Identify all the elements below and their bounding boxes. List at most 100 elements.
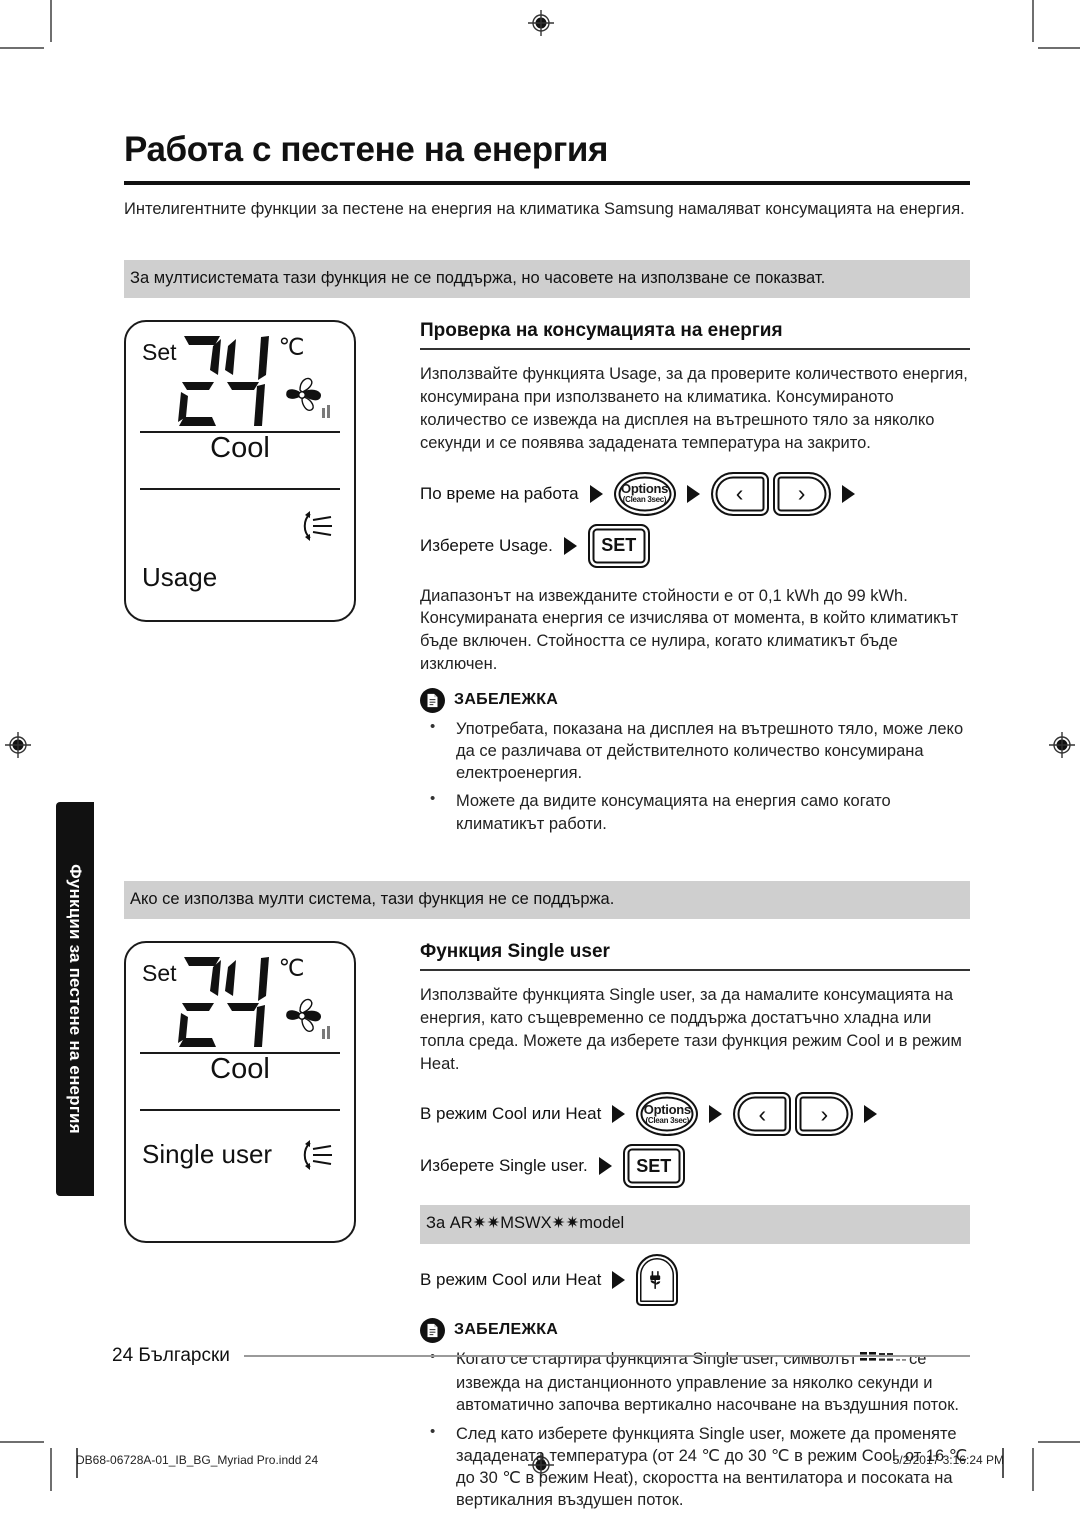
- list-item: Употребата, показана на дисплея на вътре…: [420, 717, 970, 785]
- single-user-step-row-2: Изберете Single user. SET: [420, 1141, 970, 1191]
- usage-lcd-column: Set ℃ Cool Usage: [124, 320, 364, 623]
- crop-mark-top-right-vertical: [1032, 0, 1034, 42]
- print-footer-timestamp: 5/2/2017 3:16:24 PM: [892, 1453, 1004, 1467]
- registration-mark-right: [1049, 732, 1075, 758]
- single-user-description: Използвайте функцията Single user, за да…: [420, 986, 962, 1073]
- usage-step2-label: Изберете Usage.: [420, 535, 553, 555]
- set-button[interactable]: SET: [587, 523, 650, 568]
- arrow-triangle-icon: [841, 484, 855, 503]
- page-intro: Интелигентните функции за пестене на ене…: [124, 199, 965, 218]
- single-user-step-row-1: В режим Cool или Heat Options (Clean 3se…: [420, 1089, 970, 1139]
- arrow-triangle-icon: [598, 1157, 612, 1176]
- set-button[interactable]: SET: [622, 1144, 685, 1189]
- note-document-icon: [420, 687, 445, 713]
- lcd-unit-label: ℃: [278, 955, 305, 982]
- single-user-step-row-3: В режим Cool или Heat: [420, 1253, 970, 1306]
- lcd-divider-bottom: [140, 488, 340, 491]
- section-tab-label: Функции за пестене на енергия: [66, 864, 85, 1134]
- usage-banner: За мултисистемата тази функция не се под…: [124, 260, 970, 299]
- section-tab-energy-saving: Функции за пестене на енергия: [56, 802, 94, 1196]
- nav-right-button[interactable]: ›: [772, 471, 831, 516]
- footer-rule: [243, 1355, 970, 1357]
- registration-mark-left: [5, 732, 31, 758]
- crop-mark-top-left-horizontal: [0, 47, 44, 49]
- lcd-display-single-user: Set ℃ Cool Single user: [124, 941, 356, 1244]
- single-user-note-title: ЗАБЕЛЕЖКА: [454, 1321, 559, 1339]
- lcd-divider-bottom: [140, 1109, 340, 1112]
- lcd-function-label: Usage: [142, 562, 218, 593]
- chevron-left-icon: ‹: [758, 1100, 767, 1127]
- usage-heading-divider: [420, 348, 970, 351]
- single-user-steps: В режим Cool или Heat Options (Clean 3se…: [420, 1089, 970, 1191]
- print-production-footer: DB68-06728A-01_IB_BG_Myriad Pro.indd 24 …: [0, 1448, 1080, 1478]
- usage-step-row-2: Изберете Usage. SET: [420, 521, 970, 571]
- crop-mark-top-right-horizontal: [1038, 47, 1080, 49]
- options-button-sublabel: (Clean 3sec): [622, 495, 667, 505]
- arrow-triangle-icon: [589, 484, 603, 503]
- page-number-label: 24 Български: [112, 1345, 230, 1367]
- options-button[interactable]: Options (Clean 3sec): [613, 471, 676, 516]
- single-user-banner: Ако се използва мулти система, тази функ…: [124, 880, 970, 920]
- fan-icon: [286, 999, 330, 1040]
- fan-speed-bars-icon: [322, 405, 330, 419]
- lcd-set-label: Set: [142, 960, 177, 987]
- page-title: Работа с пестене на енергия: [124, 130, 609, 169]
- eco-plug-button[interactable]: [636, 1253, 679, 1306]
- lcd-unit-label: ℃: [278, 334, 305, 361]
- arrow-triangle-icon: [563, 536, 577, 555]
- single-user-note-list: Когато се стартира функцията Single user…: [420, 1347, 970, 1512]
- arrow-triangle-icon: [686, 484, 700, 503]
- arrow-triangle-icon: [864, 1105, 878, 1124]
- usage-step-row-1: По време на работа Options (Clean 3sec) …: [420, 469, 970, 519]
- single-user-step3-label: В режим Cool или Heat: [420, 1269, 602, 1289]
- lcd-function-label: Single user: [142, 1139, 273, 1170]
- airflow-swing-icon: [303, 1140, 332, 1171]
- usage-description: Използвайте функцията Usage, за да прове…: [420, 365, 968, 452]
- single-user-step1-label: В режим Cool или Heat: [420, 1104, 602, 1124]
- single-user-step2-label: Изберете Single user.: [420, 1156, 588, 1176]
- options-button[interactable]: Options (Clean 3sec): [636, 1092, 699, 1137]
- usage-note-list: Употребата, показана на дисплея на вътре…: [420, 717, 970, 835]
- registration-mark-top: [528, 10, 554, 36]
- single-user-section-heading: Функция Single user: [420, 941, 610, 963]
- lcd-set-label: Set: [142, 339, 177, 366]
- title-divider: [124, 180, 970, 185]
- nav-left-button[interactable]: ‹: [733, 1092, 792, 1137]
- usage-range-description: Диапазонът на извежданите стойности е от…: [420, 586, 959, 673]
- single-user-heading-divider: [420, 969, 970, 972]
- lcd-temperature-digits: [176, 334, 286, 430]
- crop-mark-right-middle: [1038, 1441, 1080, 1443]
- nav-left-button[interactable]: ‹: [710, 471, 769, 516]
- print-footer-filename: DB68-06728A-01_IB_BG_Myriad Pro.indd 24: [76, 1453, 319, 1467]
- page-number: 24: [112, 1345, 134, 1366]
- page-language: Български: [138, 1345, 230, 1366]
- usage-note-header: ЗАБЕЛЕЖКА: [420, 687, 970, 713]
- arrow-triangle-icon: [612, 1270, 626, 1289]
- manual-page: Функции за пестене на енергия Работа с п…: [0, 0, 1080, 1509]
- crop-mark-top-left-vertical: [50, 0, 52, 42]
- options-button-label: Options: [621, 481, 669, 497]
- model-banner: За AR✷✷MSWX✷✷model: [420, 1205, 970, 1244]
- usage-steps: По време на работа Options (Clean 3sec) …: [420, 469, 970, 571]
- eco-plug-leaf-icon: [650, 1270, 661, 1289]
- airflow-swing-icon: [303, 511, 332, 542]
- arrow-triangle-icon: [612, 1105, 626, 1124]
- chevron-right-icon: ›: [797, 480, 806, 507]
- arrow-triangle-icon: [709, 1105, 723, 1124]
- chevron-left-icon: ‹: [735, 480, 744, 507]
- single-user-lcd-column: Set ℃ Cool Single user: [124, 941, 364, 1244]
- chevron-right-icon: ›: [820, 1100, 829, 1127]
- usage-step1-label: По време на работа: [420, 483, 579, 503]
- lcd-mode-label: Cool: [210, 432, 270, 465]
- page-footer: 24 Български: [112, 1345, 970, 1367]
- fan-icon: [286, 378, 330, 419]
- usage-section-heading: Проверка на консумацията на енергия: [420, 320, 783, 342]
- nav-right-button[interactable]: ›: [795, 1092, 854, 1137]
- options-button-sublabel: (Clean 3sec): [645, 1115, 690, 1125]
- fan-speed-bars-icon: [322, 1026, 330, 1040]
- note-document-icon: [420, 1317, 445, 1343]
- usage-note-title: ЗАБЕЛЕЖКА: [454, 691, 559, 709]
- lcd-mode-label: Cool: [210, 1053, 270, 1086]
- lcd-display-usage: Set ℃ Cool Usage: [124, 320, 356, 623]
- options-button-label: Options: [643, 1101, 691, 1117]
